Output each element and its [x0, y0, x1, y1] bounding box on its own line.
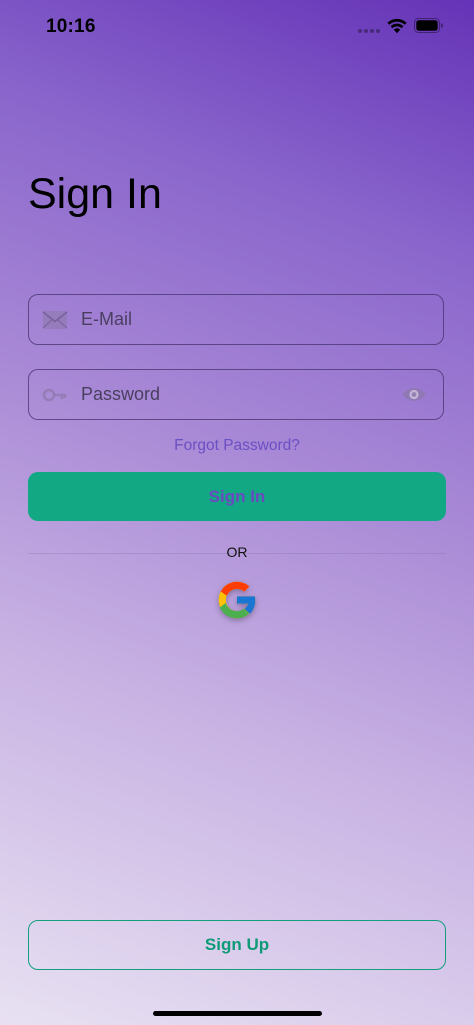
email-field[interactable]: [28, 294, 444, 345]
or-divider-label: OR: [0, 544, 474, 560]
signal-dots-icon: [358, 29, 380, 33]
wifi-icon: [387, 18, 407, 34]
forgot-password-link[interactable]: Forgot Password?: [0, 437, 474, 455]
password-input[interactable]: [81, 370, 391, 419]
eye-icon[interactable]: [401, 385, 427, 404]
battery-icon: [414, 18, 443, 33]
or-text: OR: [226, 544, 248, 560]
email-input[interactable]: [81, 295, 391, 344]
key-icon: [42, 388, 67, 402]
password-field[interactable]: [28, 369, 444, 420]
status-time: 10:16: [46, 16, 96, 37]
envelope-icon: [42, 311, 68, 329]
sign-in-button[interactable]: Sign In: [28, 472, 446, 521]
google-icon[interactable]: [213, 576, 261, 624]
page-title: Sign In: [28, 170, 162, 218]
sign-up-button[interactable]: Sign Up: [28, 920, 446, 970]
home-indicator: [153, 1011, 322, 1016]
status-bar: 10:16: [0, 0, 474, 54]
